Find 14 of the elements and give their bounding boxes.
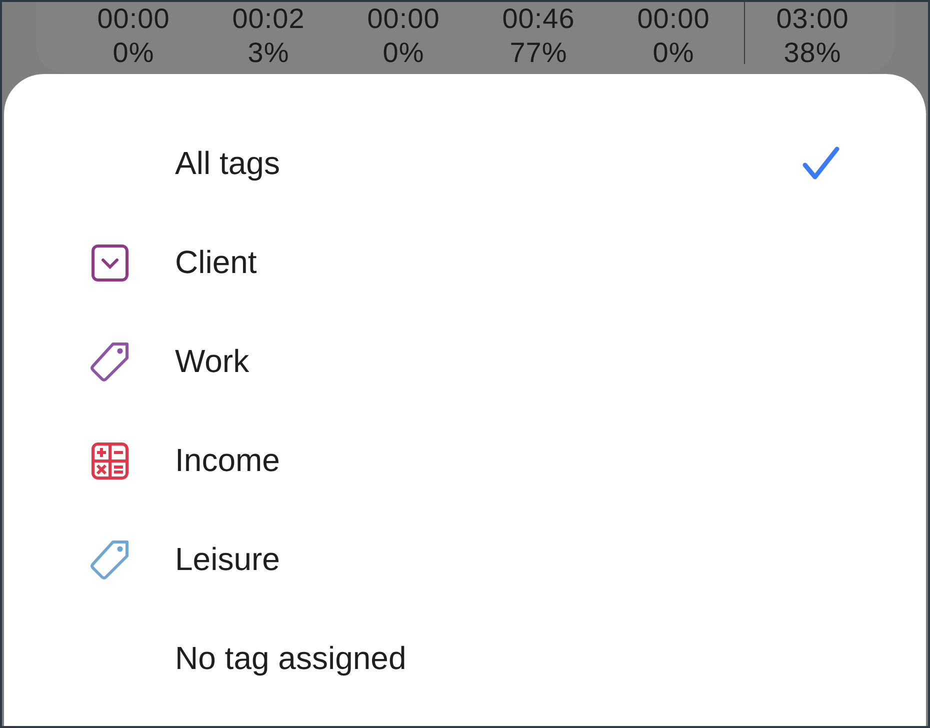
- percent-text: 3%: [248, 36, 290, 70]
- dropdown-box-icon: [90, 242, 130, 282]
- percent-text: 0%: [382, 36, 424, 70]
- percent-text: 0%: [112, 36, 154, 70]
- duration-text: 00:46: [502, 2, 575, 36]
- percent-text: 38%: [784, 36, 842, 70]
- duration-text: 00:00: [367, 2, 440, 36]
- percent-text: 77%: [510, 36, 568, 70]
- duration-text: 00:00: [637, 2, 710, 36]
- duration-text: 00:00: [97, 2, 170, 36]
- duration-text: 00:02: [232, 2, 305, 36]
- percent-text: 0%: [652, 36, 694, 70]
- duration-text: 03:00: [776, 2, 849, 36]
- calculator-icon: [91, 442, 129, 480]
